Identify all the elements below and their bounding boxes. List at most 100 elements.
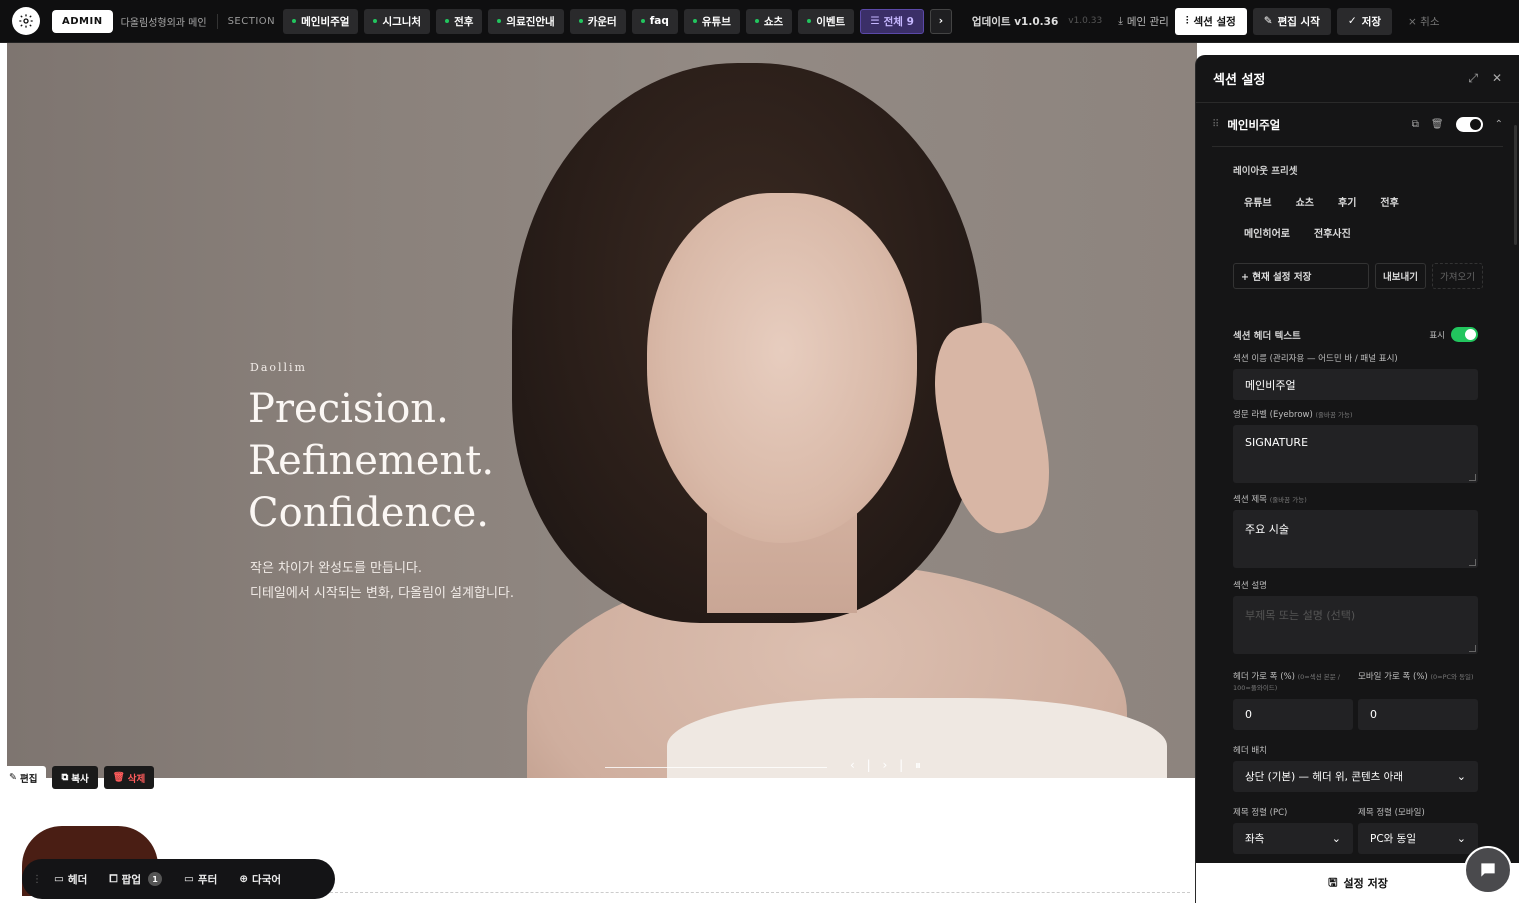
list-icon: ☰	[870, 15, 880, 27]
chevron-right-icon: ›	[938, 15, 944, 27]
placement-label: 헤더 배치	[1233, 746, 1267, 756]
duplicate-icon[interactable]: ⧉	[1412, 119, 1419, 130]
layout-icon: ▭	[183, 873, 194, 885]
popup-icon: ⧠	[109, 872, 118, 885]
dock-footer-button[interactable]: ▭ 푸터	[184, 872, 217, 887]
section-chip-shorts[interactable]: 쇼츠	[745, 8, 793, 34]
check-icon: ✓	[1347, 15, 1357, 27]
close-icon[interactable]: ✕	[1492, 71, 1502, 86]
dock-popup-button[interactable]: ⧠ 팝업 1	[109, 872, 162, 887]
hero-photo-face	[647, 193, 917, 543]
header-text-toggle[interactable]	[1451, 327, 1478, 342]
all-sections-button[interactable]: ☰ 전체 9	[860, 8, 924, 34]
title-field-label: 섹션 제목 (줄바꿈 가능)	[1233, 495, 1307, 505]
bottom-dock: ⋮ ▭ 헤더 ⧠ 팝업 1 ▭ 푸터 ⊕ 다국어	[22, 859, 335, 899]
preset-list: 유튜브 쇼츠 후기 전후 메인히어로 전후사진	[1233, 187, 1473, 249]
main-manage-button[interactable]: ⤓ 메인 관리	[1118, 14, 1169, 29]
mobile-width-input[interactable]: 0	[1358, 699, 1478, 730]
admin-badge: ADMIN	[52, 9, 113, 33]
section-edit-chips: ✎ 편집 ⧉ 복사 🗑 삭제	[0, 766, 155, 789]
site-name: 다올림성형외과 메인	[121, 13, 218, 29]
section-chip-event[interactable]: 이벤트	[798, 8, 855, 34]
active-dot-icon	[578, 19, 583, 23]
align-mobile-select[interactable]: PC와 동일 ⌄	[1358, 823, 1478, 854]
active-dot-icon	[692, 19, 697, 23]
chat-icon	[1481, 863, 1495, 877]
hero-brand: Daollim	[250, 361, 307, 374]
dock-header-button[interactable]: ▭ 헤더	[54, 872, 87, 887]
next-sections-button[interactable]: ›	[929, 8, 952, 34]
section-chip-faq[interactable]: faq	[631, 8, 678, 34]
section-settings-button[interactable]: ⫶ 섹션 설정	[1174, 7, 1247, 35]
delete-section-button[interactable]: 🗑 삭제	[103, 766, 155, 789]
download-icon: ⤓	[1118, 14, 1123, 27]
dock-language-button[interactable]: ⊕ 다국어	[239, 872, 281, 887]
edit-section-button[interactable]: ✎ 편집	[0, 766, 47, 789]
hero-section: Daollim Precision. Refinement. Confidenc…	[7, 43, 1197, 778]
edit-icon: ✎	[1263, 15, 1273, 27]
placement-select[interactable]: 상단 (기본) — 헤더 위, 콘텐츠 아래 ⌄	[1233, 761, 1478, 792]
page: ADMIN 다올림성형외과 메인 SECTION 메인비주얼 시그니처 전후 의…	[0, 0, 1519, 903]
save-current-preset-button[interactable]: + 현재 설정 저장	[1233, 263, 1369, 289]
hero-subtitle: 작은 차이가 완성도를 만듭니다. 디테일에서 시작되는 변화, 다올림이 설계…	[250, 561, 514, 601]
edit-start-button[interactable]: ✎ 편집 시작	[1252, 7, 1331, 35]
section-chip-youtube[interactable]: 유튜브	[683, 8, 740, 34]
preset-youtube[interactable]: 유튜브	[1233, 187, 1283, 216]
section-visible-toggle[interactable]	[1455, 117, 1483, 132]
section-settings-panel: 섹션 설정 ⤢ ✕ ⠿ 메인비주얼 ⧉ 🗑 ⌃ 레이아웃 프리셋 유튜브 쇼츠 …	[1195, 55, 1519, 903]
mobile-width-label: 모바일 가로 폭 (%) (0=PC와 동일)	[1358, 672, 1474, 682]
section-chip-doctors[interactable]: 의료진안내	[488, 8, 564, 34]
version-label: v1.0.33	[1068, 16, 1103, 26]
expand-icon[interactable]: ⤢	[1468, 71, 1478, 86]
trash-icon[interactable]: 🗑	[1431, 119, 1444, 130]
popup-count-badge: 1	[147, 872, 162, 886]
import-button[interactable]: 가져오기	[1431, 263, 1483, 289]
header-width-input[interactable]: 0	[1233, 699, 1353, 730]
trash-icon: 🗑	[112, 772, 125, 783]
show-label: 표시	[1429, 330, 1445, 341]
update-label[interactable]: 업데이트 v1.0.36	[972, 14, 1058, 29]
gear-icon	[19, 14, 33, 28]
preset-before-after-photos[interactable]: 전후사진	[1303, 218, 1362, 247]
preset-reviews[interactable]: 후기	[1327, 187, 1367, 216]
settings-gear-button[interactable]	[12, 7, 40, 35]
export-button[interactable]: 내보내기	[1375, 263, 1426, 289]
section-label: SECTION	[227, 15, 276, 27]
preset-shorts[interactable]: 쇼츠	[1285, 187, 1325, 216]
section-chip-main-visual[interactable]: 메인비주얼	[283, 8, 359, 34]
section-name-input[interactable]: 메인비주얼	[1233, 369, 1478, 400]
align-pc-label: 제목 정렬 (PC)	[1233, 808, 1288, 818]
sliders-icon: ⫶	[1185, 14, 1189, 27]
chevron-down-icon: ⌄	[1456, 832, 1466, 845]
section-chip-signature[interactable]: 시그니처	[364, 8, 431, 34]
cancel-button[interactable]: × 취소	[1408, 14, 1439, 29]
panel-scrollbar[interactable]	[1514, 125, 1517, 245]
description-textarea[interactable]: 부제목 또는 설명 (선택)	[1233, 596, 1478, 654]
section-row-main-visual: ⠿ 메인비주얼 ⧉ 🗑 ⌃	[1212, 103, 1503, 147]
chevron-up-icon[interactable]: ⌃	[1495, 119, 1503, 130]
chat-button[interactable]	[1464, 846, 1512, 894]
drag-handle-icon[interactable]: ⠿	[1212, 119, 1219, 130]
section-chip-counter[interactable]: 카운터	[569, 8, 626, 34]
active-dot-icon	[497, 19, 502, 23]
align-pc-select[interactable]: 좌측 ⌄	[1233, 823, 1353, 854]
active-dot-icon	[754, 19, 759, 23]
edit-icon: ✎	[9, 772, 17, 783]
slider-controls[interactable]: ‹ | › | ⏸	[850, 758, 925, 773]
eyebrow-textarea[interactable]: SIGNATURE	[1233, 425, 1478, 483]
description-field-label: 섹션 설명	[1233, 581, 1267, 591]
save-button[interactable]: ✓ 저장	[1336, 7, 1393, 35]
section-chip-before-after[interactable]: 전후	[436, 8, 483, 34]
drag-handle-icon[interactable]: ⋮	[32, 874, 42, 885]
copy-section-button[interactable]: ⧉ 복사	[52, 766, 98, 789]
preset-label: 레이아웃 프리셋	[1233, 166, 1298, 177]
close-icon: ×	[1408, 15, 1417, 28]
title-textarea[interactable]: 주요 시술	[1233, 510, 1478, 568]
preset-main-hero[interactable]: 메인히어로	[1233, 218, 1301, 247]
preset-before-after[interactable]: 전후	[1369, 187, 1409, 216]
align-mobile-label: 제목 정렬 (모바일)	[1358, 808, 1425, 818]
name-field-label: 섹션 이름 (관리자용 — 어드민 바 / 패널 표시)	[1233, 354, 1398, 364]
eyebrow-field-label: 영문 라벨 (Eyebrow) (줄바꿈 가능)	[1233, 410, 1353, 420]
hero-headline: Precision. Refinement. Confidence.	[248, 386, 495, 536]
slider-progress	[605, 767, 827, 768]
